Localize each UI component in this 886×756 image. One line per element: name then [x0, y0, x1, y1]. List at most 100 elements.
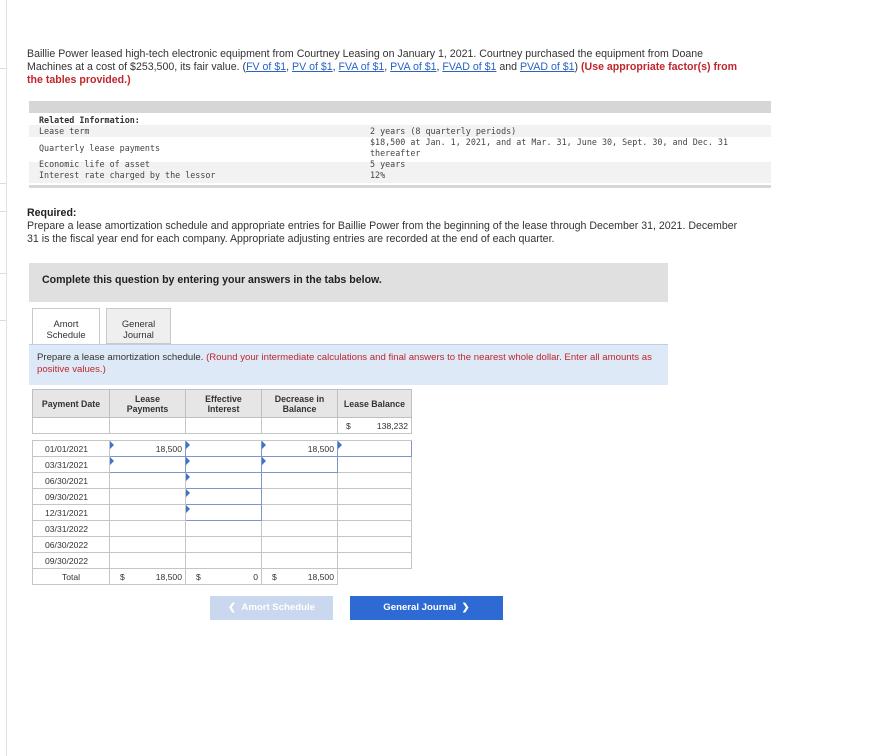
payment-input[interactable] [109, 456, 186, 473]
table-row: 03/31/2022 [32, 520, 412, 537]
left-edge-divider [0, 68, 6, 69]
related-information: Related Information: Lease term 2 years … [29, 101, 771, 188]
related-top-bar [29, 101, 771, 113]
related-value-interest-rate: 12% [370, 170, 386, 180]
balance-cell [337, 488, 412, 505]
header-decrease-balance: Decrease in Balance [261, 389, 338, 418]
left-edge-border [6, 0, 7, 756]
next-tab-label: General Journal [383, 602, 457, 613]
spacer-row [32, 433, 412, 441]
interest-input[interactable] [185, 456, 262, 473]
left-edge-divider [0, 273, 6, 274]
opening-empty-cell [109, 417, 186, 434]
tab-journal-line1: General [121, 318, 156, 329]
payment-cell [109, 472, 186, 489]
header-lease-balance: Lease Balance [337, 389, 412, 418]
table-row: 09/30/2022 [32, 552, 412, 569]
chevron-right-icon: ❯ [456, 602, 470, 613]
payment-cell [109, 504, 186, 521]
currency-symbol: $ [196, 571, 201, 582]
table-row: 06/30/2022 [32, 536, 412, 553]
opening-empty-cell [32, 417, 110, 434]
interest-input[interactable] [185, 440, 262, 457]
instructions-box: Prepare a lease amortization schedule. (… [29, 344, 668, 385]
total-payments: $18,500 [109, 568, 186, 585]
total-decrease: $18,500 [261, 568, 338, 585]
payment-cell [109, 520, 186, 537]
decrease-cell [261, 536, 338, 553]
decrease-input[interactable] [261, 456, 338, 473]
decrease-cell [261, 520, 338, 537]
tab-amort-schedule[interactable]: Amort Schedule [32, 308, 100, 345]
tab-general-journal[interactable]: General Journal [106, 308, 171, 344]
prev-tab-button[interactable]: ❮ Amort Schedule [210, 596, 333, 620]
complete-question-banner: Complete this question by entering your … [29, 263, 668, 302]
amortization-schedule-table: Payment Date Lease Payments Effective Inte… [32, 389, 412, 585]
link-pva-table[interactable]: PVA of $1 [390, 61, 436, 73]
decrease-cell [261, 504, 338, 521]
left-edge-divider [0, 320, 6, 321]
opening-balance-value: 138,232 [376, 420, 408, 431]
link-pv-table[interactable]: PV of $1 [292, 61, 333, 73]
payment-input[interactable]: 18,500 [109, 440, 186, 457]
link-fva-table[interactable]: FVA of $1 [339, 61, 385, 73]
next-tab-button[interactable]: General Journal ❯ [350, 596, 503, 620]
row-date: 06/30/2021 [32, 472, 110, 489]
complete-question-text: Complete this question by entering your … [42, 274, 382, 286]
related-label-payments: Quarterly lease payments [39, 143, 161, 153]
header-effective-interest-line2: Interest [207, 403, 240, 414]
total-empty-cell [338, 569, 412, 585]
balance-input[interactable] [337, 440, 412, 457]
table-row: 12/31/2021 [32, 504, 412, 521]
total-payments-value: 18,500 [155, 571, 182, 582]
row-date: 12/31/2021 [32, 504, 110, 521]
problem-intro: Baillie Power leased high-tech electroni… [27, 48, 747, 87]
decrease-input[interactable]: 18,500 [261, 440, 338, 457]
interest-cell [185, 520, 262, 537]
tab-journal-line2: Journal [123, 329, 154, 340]
related-label-lease-term: Lease term [39, 126, 90, 136]
currency-symbol: $ [346, 420, 351, 431]
row-date: 09/30/2022 [32, 552, 110, 569]
table-row: 09/30/2021 [32, 488, 412, 505]
interest-cell [185, 552, 262, 569]
related-title: Related Information: [39, 115, 140, 125]
balance-cell [337, 472, 412, 489]
decrease-cell [261, 552, 338, 569]
related-label-economic-life: Economic life of asset [39, 159, 150, 169]
total-interest: $0 [185, 568, 262, 585]
link-fv-table[interactable]: FV of $1 [246, 61, 286, 73]
currency-symbol: $ [272, 571, 277, 582]
header-effective-interest-line1: Effective [205, 393, 242, 404]
balance-cell [337, 520, 412, 537]
header-decrease-line2: Balance [282, 403, 317, 414]
total-row: Total $18,500 $0 $18,500 [32, 568, 412, 585]
decrease-cell [261, 472, 338, 489]
payment-cell [109, 552, 186, 569]
interest-cell [185, 536, 262, 553]
header-decrease-line1: Decrease in [274, 393, 325, 404]
opening-empty-cell [261, 417, 338, 434]
total-label: Total [32, 568, 110, 585]
header-payment-date: Payment Date [32, 389, 110, 418]
opening-empty-cell [185, 417, 262, 434]
row-date: 01/01/2021 [32, 440, 110, 457]
table-row: 06/30/2021 [32, 472, 412, 489]
tab-amort-line2: Schedule [46, 329, 86, 340]
interest-input[interactable] [185, 472, 262, 489]
payment-cell [109, 488, 186, 505]
link-fvad-table[interactable]: FVAD of $1 [442, 61, 496, 73]
left-edge-divider [0, 183, 6, 184]
interest-input[interactable] [185, 488, 262, 505]
total-interest-value: 0 [253, 571, 258, 582]
balance-cell [337, 504, 412, 521]
interest-input[interactable] [185, 504, 262, 521]
link-pvad-table[interactable]: PVAD of $1 [520, 61, 575, 73]
required-heading: Required: [27, 207, 77, 219]
balance-cell [337, 552, 412, 569]
currency-symbol: $ [120, 571, 125, 582]
chevron-left-icon: ❮ [228, 602, 242, 613]
instructions-main: Prepare a lease amortization schedule. [37, 352, 207, 363]
table-row: 03/31/2021 [32, 456, 412, 473]
table-header-row: Payment Date Lease Payments Effective Inte… [32, 389, 412, 418]
